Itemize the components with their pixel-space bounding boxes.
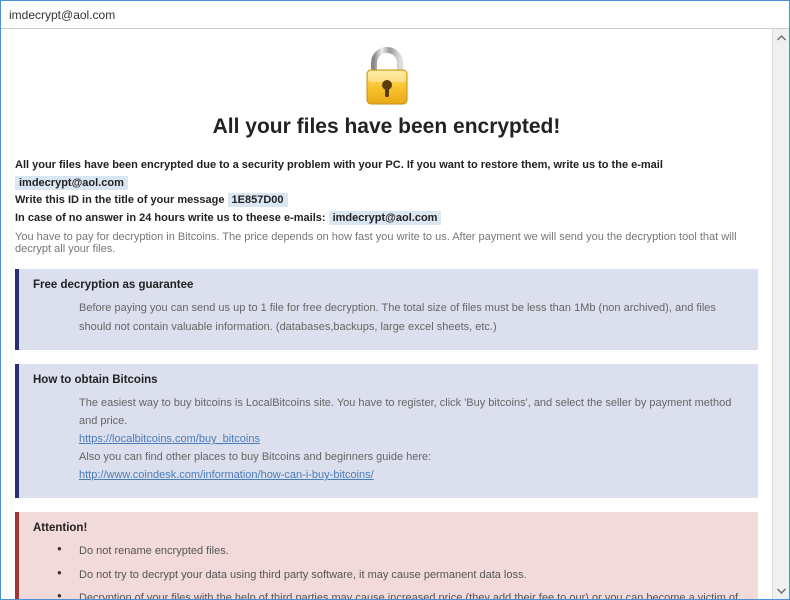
intro-line-2: Write this ID in the title of your messa… — [15, 192, 758, 210]
content: All your files have been encrypted! All … — [1, 29, 772, 599]
box-attention: Attention! Do not rename encrypted files… — [15, 512, 758, 599]
intro-line-1: All your files have been encrypted due t… — [15, 157, 758, 192]
window: imdecrypt@aol.com — [0, 0, 790, 600]
email-highlight-2: imdecrypt@aol.com — [329, 211, 442, 225]
box-attention-body: Do not rename encrypted files. Do not tr… — [79, 542, 744, 599]
payment-note: You have to pay for decryption in Bitcoi… — [15, 231, 758, 255]
box-guarantee-body: Before paying you can send us up to 1 fi… — [79, 299, 744, 335]
content-wrapper: All your files have been encrypted! All … — [1, 29, 789, 599]
box-bitcoins: How to obtain Bitcoins The easiest way t… — [15, 364, 758, 499]
attention-list: Do not rename encrypted files. Do not tr… — [79, 542, 744, 599]
bitcoins-link-2[interactable]: http://www.coindesk.com/information/how-… — [79, 469, 374, 481]
intro-line-3: In case of no answer in 24 hours write u… — [15, 210, 758, 228]
email-highlight-1: imdecrypt@aol.com — [15, 176, 128, 190]
scroll-track[interactable] — [773, 46, 789, 582]
intro-block: All your files have been encrypted due t… — [15, 157, 758, 227]
attention-item: Do not rename encrypted files. — [79, 542, 744, 560]
bitcoins-line-2: Also you can find other places to buy Bi… — [79, 448, 744, 466]
bitcoins-link-1[interactable]: https://localbitcoins.com/buy_bitcoins — [79, 433, 260, 445]
id-highlight: 1E857D00 — [228, 193, 288, 207]
scroll-up-button[interactable] — [773, 29, 789, 46]
titlebar[interactable]: imdecrypt@aol.com — [1, 1, 789, 29]
scroll-down-button[interactable] — [773, 582, 789, 599]
box-guarantee-title: Free decryption as guarantee — [33, 279, 744, 291]
intro-text-3: In case of no answer in 24 hours write u… — [15, 212, 329, 224]
chevron-down-icon — [777, 588, 786, 594]
chevron-up-icon — [777, 35, 786, 41]
bitcoins-line-1: The easiest way to buy bitcoins is Local… — [79, 394, 744, 430]
attention-item: Decryption of your files with the help o… — [79, 589, 744, 599]
box-bitcoins-body: The easiest way to buy bitcoins is Local… — [79, 394, 744, 485]
box-guarantee: Free decryption as guarantee Before payi… — [15, 269, 758, 349]
attention-item: Do not try to decrypt your data using th… — [79, 566, 744, 584]
intro-text-1: All your files have been encrypted due t… — [15, 159, 663, 171]
intro-text-2: Write this ID in the title of your messa… — [15, 194, 228, 206]
window-title: imdecrypt@aol.com — [9, 8, 115, 22]
lock-icon — [15, 45, 758, 107]
scrollbar[interactable] — [772, 29, 789, 599]
box-bitcoins-title: How to obtain Bitcoins — [33, 374, 744, 386]
main-heading: All your files have been encrypted! — [15, 115, 758, 139]
box-attention-title: Attention! — [33, 522, 744, 534]
